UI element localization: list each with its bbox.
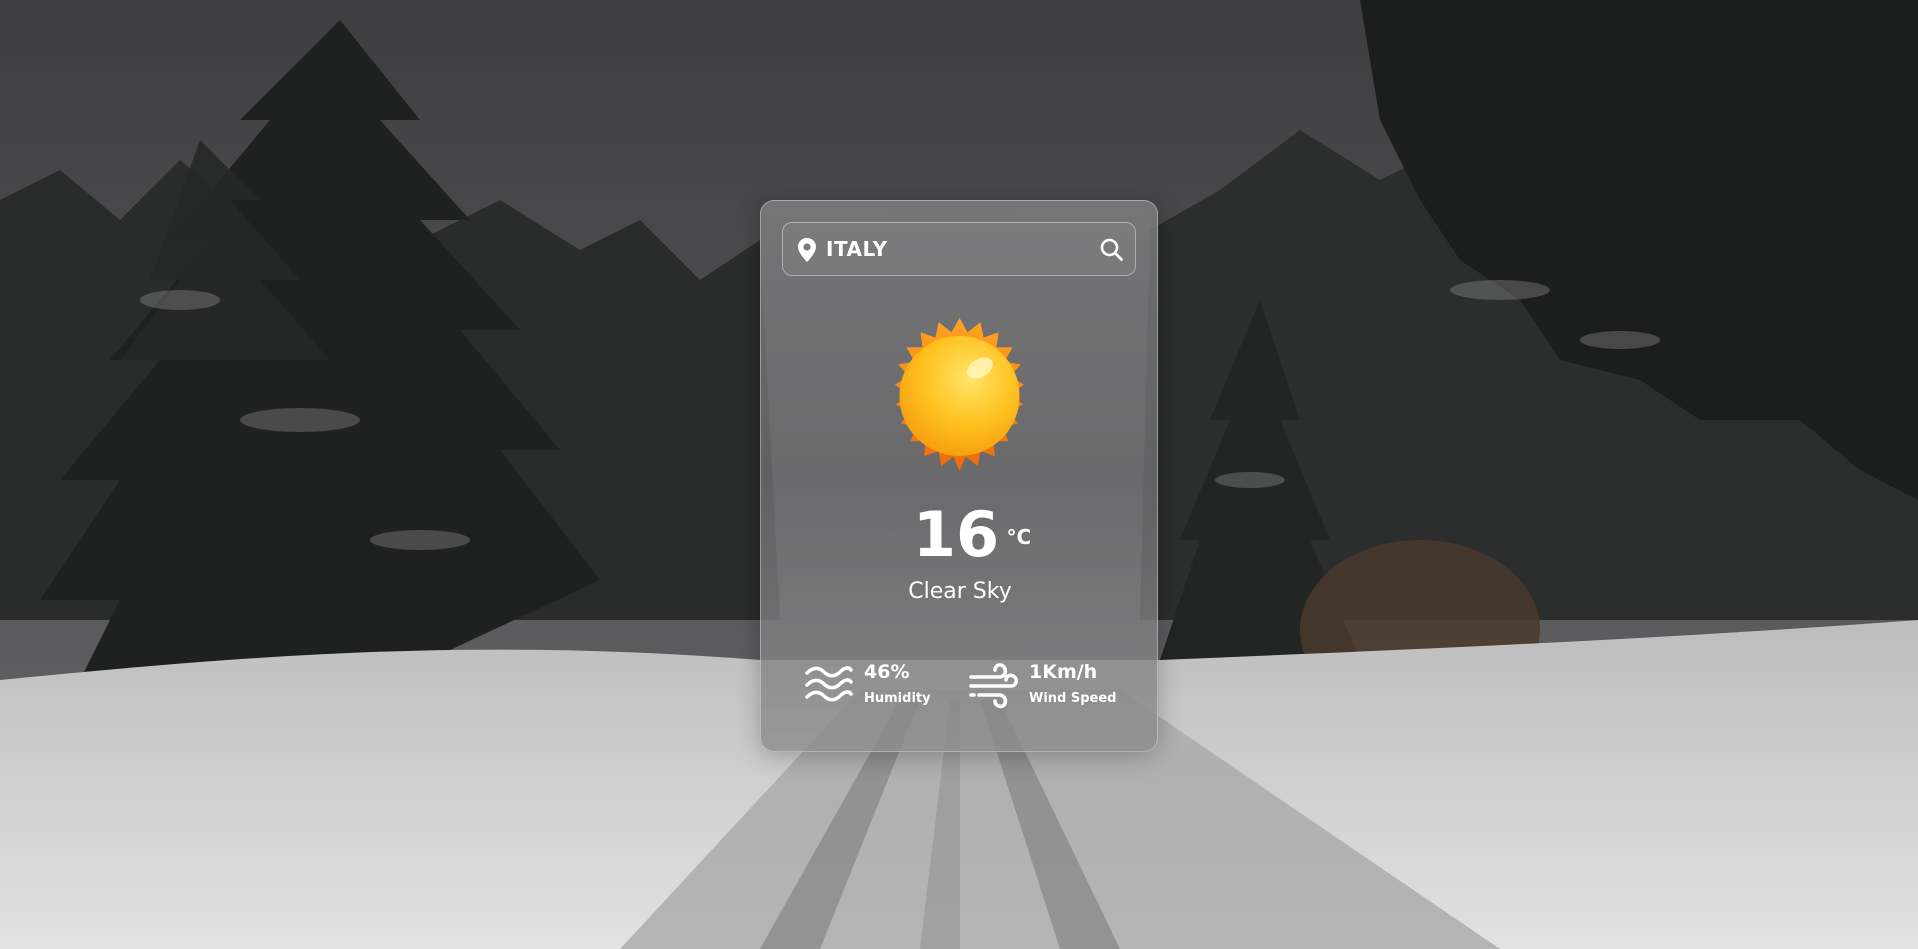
temperature-unit: °C (1006, 525, 1032, 549)
humidity-label: Humidity (864, 691, 931, 706)
wind-speed-value: 1Km/h (1029, 661, 1098, 683)
map-pin-icon (798, 238, 816, 262)
wind-icon (969, 663, 1018, 709)
weather-card: ITALY 16 °C Clear Sky 46% Humidity 1Km/h… (760, 200, 1158, 752)
background-scene: ITALY 16 °C Clear Sky 46% Humidity 1Km/h… (0, 0, 1918, 949)
temperature-value: 16 °C (912, 498, 1032, 571)
waves-icon (805, 666, 853, 702)
sun-icon (894, 318, 1025, 471)
city-name[interactable]: ITALY (826, 237, 888, 261)
search-bar[interactable]: ITALY (782, 222, 1136, 276)
search-icon[interactable] (1099, 237, 1124, 262)
humidity-value: 46% (864, 661, 910, 683)
temperature-display: 16 °C (761, 501, 1159, 569)
weather-condition: Clear Sky (908, 579, 1012, 604)
wind-speed-label: Wind Speed (1029, 691, 1117, 706)
